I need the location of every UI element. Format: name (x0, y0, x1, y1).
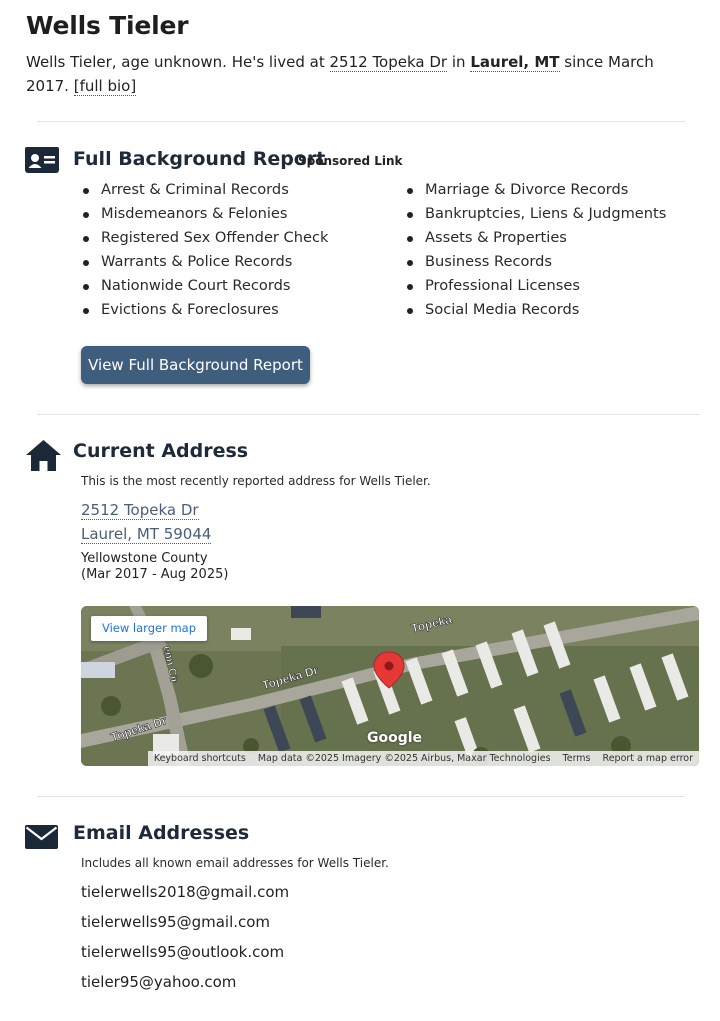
list-item: Warrants & Police Records (81, 250, 328, 274)
page-title: Wells Tieler (26, 11, 189, 40)
intro-city-link[interactable]: Laurel, MT (470, 53, 560, 72)
records-list-left: Arrest & Criminal Records Misdemeanors &… (81, 178, 328, 322)
divider (37, 414, 700, 415)
intro-text: Wells Tieler, age unknown. He's lived at… (26, 50, 696, 98)
list-item: Business Records (405, 250, 666, 274)
email-item: tieler95@yahoo.com (81, 973, 237, 991)
list-item: Evictions & Foreclosures (81, 298, 328, 322)
intro-address-link[interactable]: 2512 Topeka Dr (329, 53, 448, 72)
list-item: Registered Sex Offender Check (81, 226, 328, 250)
list-item: Marriage & Divorce Records (405, 178, 666, 202)
divider (37, 121, 685, 122)
view-background-report-button[interactable]: View Full Background Report (81, 346, 310, 384)
county-info: Yellowstone County (Mar 2017 - Aug 2025) (81, 551, 228, 583)
email-note: Includes all known email addresses for W… (81, 856, 389, 870)
list-item: Bankruptcies, Liens & Judgments (405, 202, 666, 226)
intro-prefix: Wells Tieler, age unknown. He's lived at (26, 53, 325, 71)
county-name: Yellowstone County (81, 551, 208, 566)
list-item: Misdemeanors & Felonies (81, 202, 328, 226)
email-addresses-title: Email Addresses (73, 822, 250, 844)
email-item: tielerwells2018@gmail.com (81, 883, 290, 901)
sponsored-label: Sponsored Link (298, 154, 403, 168)
list-item: Professional Licenses (405, 274, 666, 298)
residence-dates: (Mar 2017 - Aug 2025) (81, 567, 229, 582)
map-data-attribution: Map data ©2025 Imagery ©2025 Airbus, Max… (257, 753, 551, 764)
list-item: Nationwide Court Records (81, 274, 328, 298)
home-icon (25, 439, 62, 476)
address-map[interactable]: Topeka Dr Topeka Dr Topeka enn Cir View … (81, 606, 699, 766)
id-card-icon (25, 147, 59, 177)
intro-in: in (451, 53, 466, 71)
divider (37, 796, 685, 797)
records-list-right: Marriage & Divorce Records Bankruptcies,… (405, 178, 666, 322)
terms-link[interactable]: Terms (557, 751, 597, 766)
view-larger-map-link[interactable]: View larger map (91, 616, 207, 641)
report-map-error-link[interactable]: Report a map error (597, 751, 699, 766)
list-item: Arrest & Criminal Records (81, 178, 328, 202)
map-footer: Keyboard shortcuts Map data ©2025 Imager… (147, 751, 699, 766)
email-item: tielerwells95@outlook.com (81, 943, 285, 961)
keyboard-shortcuts-link[interactable]: Keyboard shortcuts (148, 751, 252, 766)
list-item: Social Media Records (405, 298, 666, 322)
google-logo: Google (367, 730, 423, 746)
street-address-link[interactable]: 2512 Topeka Dr (81, 501, 199, 520)
current-address-title: Current Address (73, 440, 249, 462)
full-bio-link[interactable]: [full bio] (73, 77, 137, 96)
email-item: tielerwells95@gmail.com (81, 913, 271, 931)
current-address-note: This is the most recently reported addre… (81, 474, 431, 488)
city-address-link[interactable]: Laurel, MT 59044 (81, 525, 212, 544)
background-report-title: Full Background Report (73, 148, 326, 170)
list-item: Assets & Properties (405, 226, 666, 250)
envelope-icon (25, 825, 58, 853)
